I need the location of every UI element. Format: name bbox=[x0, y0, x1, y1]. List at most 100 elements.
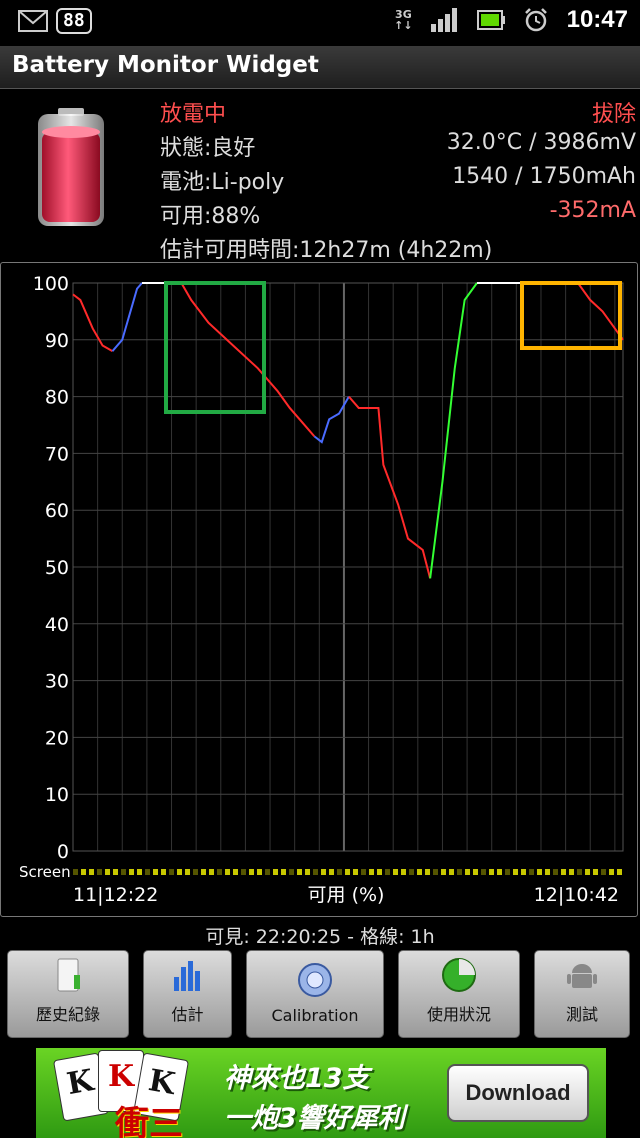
screen-on-mark bbox=[377, 869, 382, 875]
calibration-button-label: Calibration bbox=[271, 1006, 359, 1025]
screen-on-mark bbox=[257, 869, 262, 875]
screen-on-mark bbox=[121, 869, 126, 875]
x-start-label: 11|12:22 bbox=[73, 884, 158, 906]
screen-on-mark bbox=[89, 869, 94, 875]
series-line-1 bbox=[111, 282, 143, 352]
screen-on-mark bbox=[281, 869, 286, 875]
y-tick-label: 90 bbox=[45, 330, 69, 352]
screen-on-mark bbox=[401, 869, 406, 875]
screen-on-bar bbox=[73, 869, 622, 875]
screen-on-mark bbox=[577, 869, 582, 875]
screen-on-mark bbox=[209, 869, 214, 875]
test-button[interactable]: 測試 bbox=[534, 950, 630, 1038]
screen-on-mark bbox=[297, 869, 302, 875]
screen-on-mark bbox=[593, 869, 598, 875]
battery-status-icon bbox=[476, 10, 505, 30]
calibration-button[interactable]: Calibration bbox=[246, 950, 384, 1038]
calibration-icon bbox=[298, 963, 332, 997]
ad-headline: 神來也13支 bbox=[224, 1063, 370, 1094]
y-axis-ticks: 1009080706050403020100 bbox=[33, 273, 69, 863]
screen-on-mark bbox=[497, 869, 502, 875]
screen-on-mark bbox=[305, 869, 310, 875]
screen-on-mark bbox=[433, 869, 438, 875]
history-button-label: 歷史紀錄 bbox=[35, 1005, 100, 1024]
screen-on-mark bbox=[193, 869, 198, 875]
y-tick-label: 50 bbox=[45, 557, 69, 579]
usage-button[interactable]: 使用狀況 bbox=[398, 950, 520, 1038]
screen-on-mark bbox=[161, 869, 166, 875]
screen-on-mark bbox=[73, 869, 78, 875]
screen-label: Screen bbox=[19, 863, 71, 881]
screen-on-mark bbox=[521, 869, 526, 875]
plug-state: 拔除 bbox=[591, 102, 636, 127]
current-draw: -352mA bbox=[549, 198, 636, 223]
history-icon bbox=[57, 958, 80, 992]
screen-on-mark bbox=[609, 869, 614, 875]
y-axis-label: 可用 (%) bbox=[308, 884, 385, 906]
screen-on-mark bbox=[105, 869, 110, 875]
battery-info-panel: 放電中 拔除 狀態:良好 32.0°C / 3986mV 電池:Li-poly … bbox=[0, 92, 640, 263]
screen-on-mark bbox=[513, 869, 518, 875]
ad-download-button[interactable]: Download bbox=[447, 1064, 589, 1122]
y-tick-label: 100 bbox=[33, 273, 69, 295]
battery-history-chart[interactable]: 100 90 80 70 60 50 40 30 20 10 0 Screen 11|12:22 可… bbox=[0, 262, 638, 917]
chart-caption: 可見: 22:20:25 - 格線: 1h bbox=[205, 926, 435, 948]
estimate-button[interactable]: 估計 bbox=[143, 950, 232, 1038]
y-tick-label: 20 bbox=[45, 727, 69, 749]
estimate-chart-icon bbox=[173, 961, 200, 991]
series-line-8 bbox=[577, 282, 624, 341]
test-button-label: 測試 bbox=[565, 1005, 598, 1024]
history-button[interactable]: 歷史紀錄 bbox=[7, 950, 129, 1038]
x-end-label: 12|10:42 bbox=[534, 884, 619, 906]
app-title-bar: Battery Monitor Widget bbox=[0, 46, 640, 89]
health-status: 狀態:良好 bbox=[160, 136, 256, 161]
screen-on-mark bbox=[321, 869, 326, 875]
screen-on-mark bbox=[441, 869, 446, 875]
screen-on-mark bbox=[353, 869, 358, 875]
ad-banner[interactable]: K K K 衝三 神來也13支 一炮3響好犀利 Download bbox=[36, 1048, 606, 1138]
battery-type: 電池:Li-poly bbox=[160, 170, 285, 195]
screen-on-mark bbox=[337, 869, 342, 875]
y-tick-label: 30 bbox=[45, 671, 69, 693]
temperature-voltage: 32.0°C / 3986mV bbox=[446, 130, 636, 155]
screen-on-mark bbox=[393, 869, 398, 875]
series-line-6 bbox=[429, 282, 478, 579]
screen-on-mark bbox=[545, 869, 550, 875]
chart-grid bbox=[72, 282, 624, 852]
screen-on-mark bbox=[369, 869, 374, 875]
status-bar: 88 3G ↑↓ 10:47 bbox=[0, 0, 640, 46]
usage-pie-icon bbox=[442, 958, 476, 992]
signal-icon bbox=[430, 8, 457, 32]
estimate-button-label: 估計 bbox=[171, 1005, 204, 1024]
screen-on-mark bbox=[329, 869, 334, 875]
screen-on-mark bbox=[385, 869, 390, 875]
screen-on-mark bbox=[417, 869, 422, 875]
screen-on-mark bbox=[177, 869, 182, 875]
screen-on-mark bbox=[289, 869, 294, 875]
screen-on-mark bbox=[505, 869, 510, 875]
screen-on-mark bbox=[617, 869, 622, 875]
chart-svg[interactable]: 1009080706050403020100 Screen 11|12:22 可… bbox=[1, 263, 637, 916]
screen-on-mark bbox=[473, 869, 478, 875]
battery-level-icon bbox=[38, 108, 104, 226]
action-button-row: 歷史紀錄 估計 Calibration 使用狀況 測試 bbox=[0, 950, 640, 1040]
screen-on-mark bbox=[241, 869, 246, 875]
screen-on-mark bbox=[137, 869, 142, 875]
screen-on-mark bbox=[169, 869, 174, 875]
y-tick-label: 60 bbox=[45, 500, 69, 522]
capacity: 1540 / 1750mAh bbox=[452, 164, 636, 189]
y-tick-label: 10 bbox=[45, 784, 69, 806]
y-tick-label: 80 bbox=[45, 387, 69, 409]
screen-on-mark bbox=[561, 869, 566, 875]
screen-on-mark bbox=[345, 869, 350, 875]
screen-on-mark bbox=[249, 869, 254, 875]
y-tick-label: 70 bbox=[45, 443, 69, 465]
screen-on-mark bbox=[481, 869, 486, 875]
screen-on-mark bbox=[553, 869, 558, 875]
screen-on-mark bbox=[145, 869, 150, 875]
screen-on-mark bbox=[529, 869, 534, 875]
app-title: Battery Monitor Widget bbox=[12, 52, 319, 78]
screen-on-mark bbox=[201, 869, 206, 875]
screen-on-mark bbox=[425, 869, 430, 875]
screen-on-mark bbox=[225, 869, 230, 875]
